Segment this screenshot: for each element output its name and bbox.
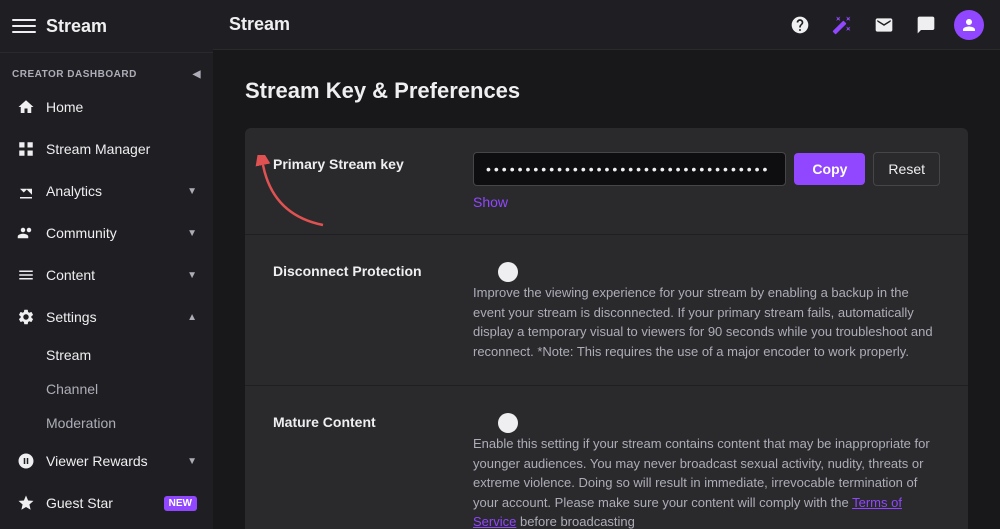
analytics-chevron-icon: ▼ <box>187 186 197 197</box>
stream-key-control: Copy Reset Show <box>473 152 940 210</box>
disconnect-protection-description: Improve the viewing experience for your … <box>473 283 940 361</box>
settings-chevron-icon: ▲ <box>187 312 197 323</box>
guest-star-icon <box>16 493 36 513</box>
sidebar-item-home[interactable]: Home <box>4 87 209 127</box>
sidebar-item-settings-label: Settings <box>46 309 177 325</box>
magic-icon[interactable] <box>828 11 856 39</box>
disconnect-protection-row: Disconnect Protection Improve the viewin… <box>245 235 968 386</box>
main-content: Stream Stream Key & Preferences <box>213 0 1000 529</box>
sidebar: Stream CREATOR DASHBOARD ◀ Home Stream M… <box>0 0 213 529</box>
viewer-rewards-chevron-icon: ▼ <box>187 456 197 467</box>
sidebar-item-viewer-rewards[interactable]: Viewer Rewards ▼ <box>4 441 209 481</box>
content-icon <box>16 265 36 285</box>
stream-key-label: Primary Stream key <box>273 152 473 172</box>
mature-content-description-end: before broadcasting <box>516 514 635 529</box>
disconnect-protection-label: Disconnect Protection <box>273 259 473 279</box>
sidebar-item-community-label: Community <box>46 225 177 241</box>
stream-manager-icon <box>16 139 36 159</box>
mail-icon[interactable] <box>870 11 898 39</box>
sidebar-title: Stream <box>46 16 107 37</box>
disconnect-protection-control: Improve the viewing experience for your … <box>473 259 940 361</box>
sidebar-item-community[interactable]: Community ▼ <box>4 213 209 253</box>
page-content: Stream Key & Preferences Primary Stream … <box>213 50 1000 529</box>
community-chevron-icon: ▼ <box>187 228 197 239</box>
avatar[interactable] <box>954 10 984 40</box>
mature-content-description: Enable this setting if your stream conta… <box>473 434 940 529</box>
sidebar-subitem-stream[interactable]: Stream <box>4 339 209 371</box>
sidebar-item-viewer-rewards-label: Viewer Rewards <box>46 453 177 469</box>
settings-icon <box>16 307 36 327</box>
topbar-title: Stream <box>229 14 774 35</box>
sidebar-item-analytics-label: Analytics <box>46 183 177 199</box>
viewer-rewards-icon <box>16 451 36 471</box>
topbar: Stream <box>213 0 1000 50</box>
mature-content-control: Enable this setting if your stream conta… <box>473 410 940 529</box>
reset-button[interactable]: Reset <box>873 152 940 186</box>
sidebar-header: Stream <box>0 0 213 53</box>
new-badge: NEW <box>164 496 197 511</box>
analytics-icon <box>16 181 36 201</box>
sidebar-item-stream-manager[interactable]: Stream Manager <box>4 129 209 169</box>
sidebar-item-guest-star-label: Guest Star <box>46 495 148 511</box>
sidebar-item-content[interactable]: Content ▼ <box>4 255 209 295</box>
sidebar-subitem-moderation[interactable]: Moderation <box>4 407 209 439</box>
stream-key-input-row: Copy Reset <box>473 152 940 186</box>
sidebar-section-label: CREATOR DASHBOARD ◀ <box>0 53 213 86</box>
mature-content-label: Mature Content <box>273 410 473 430</box>
stream-key-row: Primary Stream key Copy Reset Show <box>245 128 968 235</box>
community-icon <box>16 223 36 243</box>
help-icon[interactable] <box>786 11 814 39</box>
sidebar-subitem-channel-label: Channel <box>46 381 98 397</box>
home-icon <box>16 97 36 117</box>
show-link[interactable]: Show <box>473 194 508 210</box>
sidebar-subitem-channel[interactable]: Channel <box>4 373 209 405</box>
topbar-icons <box>786 10 984 40</box>
mature-content-row: Mature Content Enable this setting if yo… <box>245 386 968 529</box>
settings-card: Primary Stream key Copy Reset Show Disco… <box>245 128 968 529</box>
menu-button[interactable] <box>12 14 36 38</box>
sidebar-item-analytics[interactable]: Analytics ▼ <box>4 171 209 211</box>
sidebar-item-home-label: Home <box>46 99 197 115</box>
sidebar-item-guest-star[interactable]: Guest Star NEW <box>4 483 209 523</box>
page-title: Stream Key & Preferences <box>245 78 968 104</box>
content-chevron-icon: ▼ <box>187 270 197 281</box>
sidebar-item-content-label: Content <box>46 267 177 283</box>
sidebar-subitem-stream-label: Stream <box>46 347 91 363</box>
stream-key-input[interactable] <box>473 152 786 186</box>
chat-icon[interactable] <box>912 11 940 39</box>
sidebar-subitem-moderation-label: Moderation <box>46 415 116 431</box>
collapse-icon[interactable]: ◀ <box>193 69 201 80</box>
sidebar-item-stream-manager-label: Stream Manager <box>46 141 197 157</box>
sidebar-item-settings[interactable]: Settings ▲ <box>4 297 209 337</box>
copy-button[interactable]: Copy <box>794 153 865 185</box>
